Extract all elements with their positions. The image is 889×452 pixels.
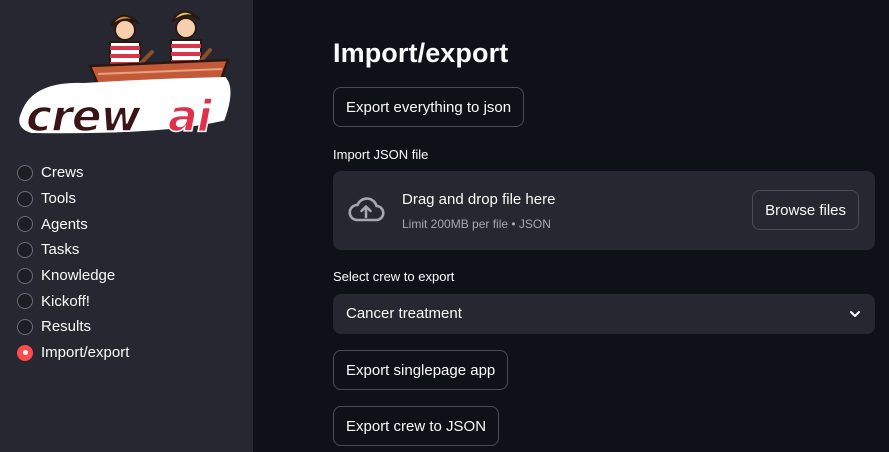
export-crew-json-button[interactable]: Export crew to JSON xyxy=(333,406,500,446)
sidebar-item-label: Tools xyxy=(41,190,77,208)
sidebar-item-label: Knowledge xyxy=(41,267,116,285)
cloud-upload-icon xyxy=(348,197,385,222)
sidebar-item-label: Kickoff! xyxy=(41,292,90,310)
sidebar-item-label: Agents xyxy=(41,215,88,233)
crew-select[interactable]: Cancer treatment xyxy=(333,294,875,334)
sidebar-item-tools[interactable]: Tools xyxy=(17,186,237,212)
radio-icon[interactable] xyxy=(17,318,33,335)
chevron-down-icon xyxy=(850,311,860,317)
sidebar-item-label: Results xyxy=(41,318,92,336)
radio-selected-icon[interactable] xyxy=(17,344,33,361)
page-title: Import/export xyxy=(333,38,509,68)
svg-text:ai: ai xyxy=(168,91,213,142)
radio-icon[interactable] xyxy=(17,293,33,310)
sidebar-item-label: Crews xyxy=(41,164,84,182)
dropzone-limit-text: Limit 200MB per file • JSON xyxy=(402,217,551,231)
sidebar-item-results[interactable]: Results xyxy=(17,314,237,340)
sidebar-item-kickoff[interactable]: Kickoff! xyxy=(17,288,237,314)
sidebar-item-crews[interactable]: Crews xyxy=(17,160,237,186)
radio-icon[interactable] xyxy=(17,241,33,258)
sidebar-item-agents[interactable]: Agents xyxy=(17,211,237,237)
select-crew-label: Select crew to export xyxy=(333,269,455,284)
app-window: crew ai Crews Tools Agents Tasks Knowled… xyxy=(0,0,889,452)
file-dropzone[interactable]: Drag and drop file here Limit 200MB per … xyxy=(333,171,875,250)
sidebar-item-tasks[interactable]: Tasks xyxy=(17,237,237,263)
crewai-logo: crew ai xyxy=(19,10,231,143)
import-json-label: Import JSON file xyxy=(333,147,429,162)
sidebar-item-label: Tasks xyxy=(41,241,80,259)
sidebar-nav: Crews Tools Agents Tasks Knowledge Kicko… xyxy=(17,160,237,366)
radio-icon[interactable] xyxy=(17,216,33,233)
dropzone-title: Drag and drop file here xyxy=(402,191,556,208)
svg-text:crew: crew xyxy=(26,91,142,142)
radio-icon[interactable] xyxy=(17,190,33,207)
browse-files-button[interactable]: Browse files xyxy=(752,190,859,230)
sidebar: crew ai Crews Tools Agents Tasks Knowled… xyxy=(0,0,253,452)
sidebar-item-import-export[interactable]: Import/export xyxy=(17,340,237,366)
radio-icon[interactable] xyxy=(17,267,33,284)
sidebar-item-label: Import/export xyxy=(41,344,130,362)
export-singlepage-app-button[interactable]: Export singlepage app xyxy=(333,350,509,390)
radio-icon[interactable] xyxy=(17,164,33,181)
main-content: Import/export Export everything to json … xyxy=(253,0,889,452)
sidebar-item-knowledge[interactable]: Knowledge xyxy=(17,263,237,289)
export-everything-button[interactable]: Export everything to json xyxy=(333,87,525,127)
crew-select-value: Cancer treatment xyxy=(346,305,462,322)
